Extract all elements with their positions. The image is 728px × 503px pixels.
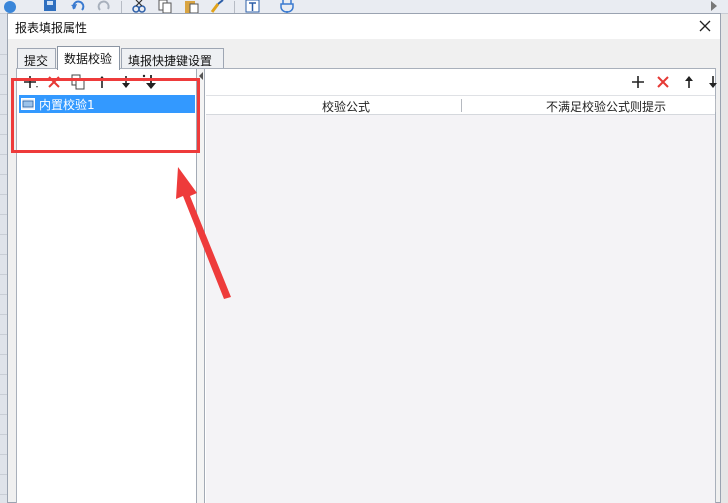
paste-icon[interactable] xyxy=(183,0,199,13)
column-resize-handle[interactable] xyxy=(461,99,462,112)
add-formula-button[interactable] xyxy=(629,73,647,91)
move-bottom-icon xyxy=(142,74,156,89)
dialog-title: 报表填报属性 xyxy=(15,21,88,35)
validation-item-label: 内置校验1 xyxy=(39,97,95,112)
delete-validation-button[interactable] xyxy=(45,73,63,91)
move-up-icon xyxy=(685,76,693,88)
copy-validation-button[interactable] xyxy=(69,73,87,91)
format-brush-icon[interactable] xyxy=(209,0,225,13)
move-up-icon xyxy=(98,76,106,88)
copy-icon[interactable] xyxy=(157,0,173,13)
tab-submit[interactable]: 提交 xyxy=(17,48,56,69)
move-up-button[interactable] xyxy=(93,73,111,91)
copy-icon xyxy=(71,74,85,90)
close-icon xyxy=(699,20,711,32)
formula-panel: 校验公式 不满足校验公式则提示 xyxy=(206,69,717,503)
right-toolbar xyxy=(206,69,717,95)
delete-icon xyxy=(48,76,60,88)
column-header-fail-message[interactable]: 不满足校验公式则提示 xyxy=(506,98,706,115)
collapse-left-icon[interactable] xyxy=(198,72,204,80)
tab-data-validation[interactable]: 数据校验 xyxy=(57,46,120,70)
app-logo-icon xyxy=(4,1,16,13)
panel-splitter[interactable] xyxy=(197,69,205,503)
move-down-button[interactable] xyxy=(117,73,135,91)
add-icon xyxy=(632,76,644,88)
validation-item-icon xyxy=(21,98,35,110)
delete-icon xyxy=(657,76,669,88)
undo-icon[interactable] xyxy=(70,0,86,13)
cut-icon[interactable] xyxy=(131,0,147,13)
move-down-icon xyxy=(122,76,130,88)
validation-list-panel: 内置校验1 xyxy=(17,69,197,503)
text-format-icon[interactable] xyxy=(245,0,261,13)
formula-move-up-button[interactable] xyxy=(680,73,698,91)
validation-list-item[interactable]: 内置校验1 xyxy=(19,95,195,113)
redo-icon[interactable] xyxy=(96,0,112,13)
background-app-scrollbar xyxy=(721,14,728,503)
column-resize-handle[interactable] xyxy=(715,99,716,112)
background-app-toolbar xyxy=(0,0,728,14)
delete-formula-button[interactable] xyxy=(654,73,672,91)
left-toolbar xyxy=(17,69,196,95)
close-button[interactable] xyxy=(694,16,716,36)
tab-fill-shortcut-settings[interactable]: 填报快捷键设置 xyxy=(121,48,224,69)
add-validation-button[interactable] xyxy=(21,73,39,91)
formula-move-down-button[interactable] xyxy=(704,73,722,91)
toolbar-overflow-icon[interactable] xyxy=(706,0,722,13)
dialog-titlebar[interactable]: 报表填报属性 xyxy=(8,14,720,39)
column-header-formula[interactable]: 校验公式 xyxy=(286,98,406,115)
formula-table-header: 校验公式 不满足校验公式则提示 xyxy=(206,95,716,115)
move-bottom-button[interactable] xyxy=(141,73,159,91)
save-icon[interactable] xyxy=(42,0,58,13)
move-down-icon xyxy=(709,76,717,88)
plugin-icon[interactable] xyxy=(279,0,295,13)
tab-content: 内置校验1 校验公式 不满足校验公式则提示 xyxy=(16,68,717,503)
report-fill-properties-dialog: 报表填报属性 提交 数据校验 填报快捷键设置 内置校验1 校验公式 不满足校验公… xyxy=(7,13,721,503)
add-icon xyxy=(24,76,38,88)
